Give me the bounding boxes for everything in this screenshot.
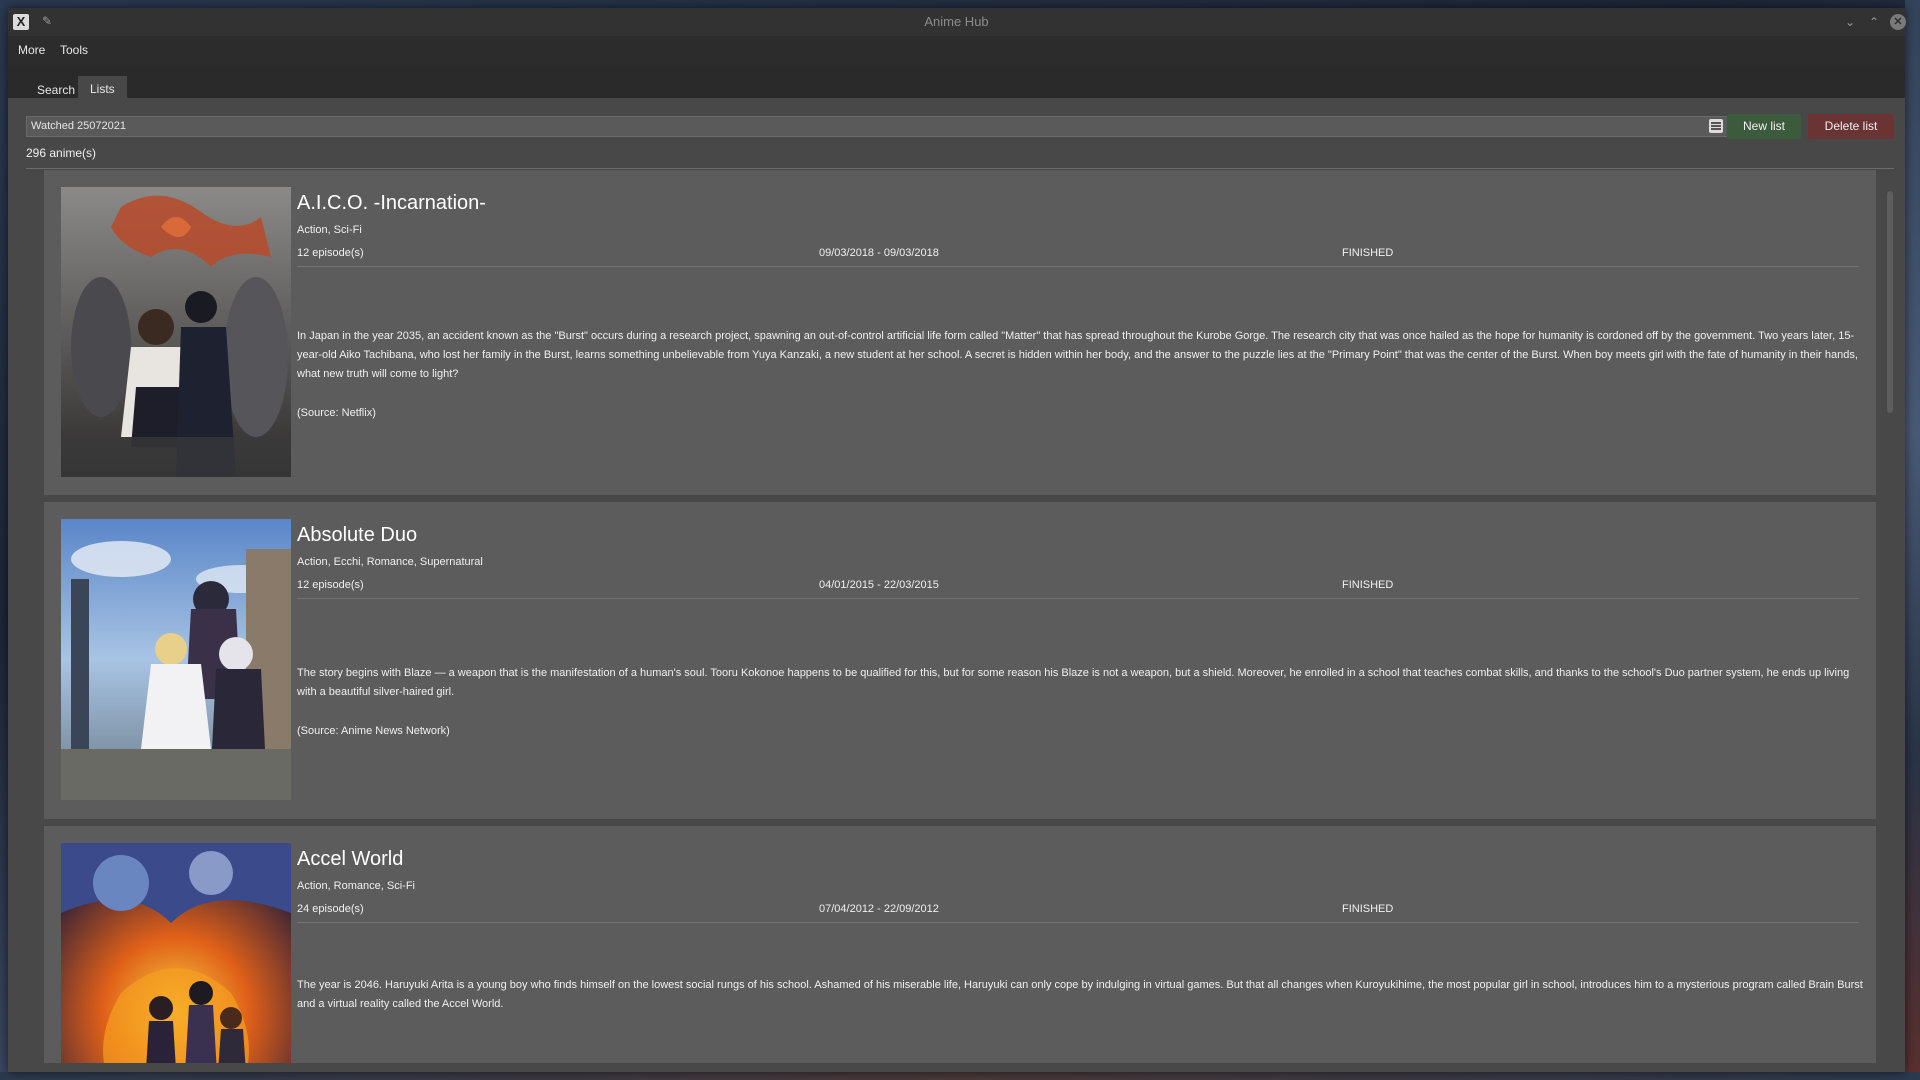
anime-genres: Action, Romance, Sci-Fi xyxy=(297,880,415,892)
anime-genres: Action, Ecchi, Romance, Supernatural xyxy=(297,556,483,568)
minimize-icon[interactable]: ⌄ xyxy=(1842,14,1858,30)
card-divider xyxy=(297,922,1859,923)
tab-bar: Search Lists xyxy=(8,66,1905,102)
delete-list-button[interactable]: Delete list xyxy=(1808,114,1894,139)
anime-count: 296 anime(s) xyxy=(26,146,97,160)
new-list-button[interactable]: New list xyxy=(1727,114,1801,139)
anime-episodes: 12 episode(s) xyxy=(297,579,364,591)
anime-dates: 07/04/2012 - 22/09/2012 xyxy=(819,903,939,915)
anime-title: A.I.C.O. -Incarnation- xyxy=(297,192,486,214)
divider xyxy=(26,168,1894,169)
anime-synopsis: The year is 2046. Haruyuki Arita is a yo… xyxy=(297,979,1863,1010)
anime-title: Accel World xyxy=(297,848,404,870)
anime-status: FINISHED xyxy=(1342,247,1394,259)
cover-image xyxy=(61,843,291,1063)
card-divider xyxy=(297,598,1859,599)
desktop-background xyxy=(1905,0,1920,1080)
anime-episodes: 12 episode(s) xyxy=(297,247,364,259)
maximize-icon[interactable]: ⌃ xyxy=(1866,14,1882,30)
list-selector-value: Watched 25072021 xyxy=(31,120,126,132)
list-menu-icon[interactable] xyxy=(1709,119,1723,133)
anime-card[interactable]: A.I.C.O. -Incarnation- Action, Sci-Fi 12… xyxy=(44,170,1876,495)
anime-synopsis: In Japan in the year 2035, an accident k… xyxy=(297,330,1858,380)
anime-status: FINISHED xyxy=(1342,903,1394,915)
anime-dates: 04/01/2015 - 22/03/2015 xyxy=(819,579,939,591)
anime-genres: Action, Sci-Fi xyxy=(297,224,362,236)
cover-image xyxy=(61,187,291,477)
menu-more[interactable]: More xyxy=(18,43,45,57)
close-icon[interactable]: ✕ xyxy=(1890,14,1906,30)
anime-card[interactable]: Accel World Action, Romance, Sci-Fi 24 e… xyxy=(44,826,1876,1063)
anime-card[interactable]: Absolute Duo Action, Ecchi, Romance, Sup… xyxy=(44,502,1876,819)
menu-bar: More Tools xyxy=(8,36,1905,66)
menu-tools[interactable]: Tools xyxy=(60,43,88,57)
anime-synopsis: The story begins with Blaze — a weapon t… xyxy=(297,667,1850,698)
title-bar[interactable]: X ✎ Anime Hub ⌄ ⌃ ✕ xyxy=(8,8,1906,36)
anime-episodes: 24 episode(s) xyxy=(297,903,364,915)
window-title: Anime Hub xyxy=(924,14,989,29)
anime-source: (Source: Anime News Network) xyxy=(297,725,450,737)
cover-image xyxy=(61,519,291,800)
anime-list[interactable]: A.I.C.O. -Incarnation- Action, Sci-Fi 12… xyxy=(26,170,1894,1063)
card-divider xyxy=(297,266,1859,267)
list-selector[interactable]: Watched 25072021 xyxy=(26,116,1728,137)
anime-dates: 09/03/2018 - 09/03/2018 xyxy=(819,247,939,259)
lists-panel: Watched 25072021 New list Delete list 29… xyxy=(8,98,1905,1072)
app-window: X ✎ Anime Hub ⌄ ⌃ ✕ More Tools Search Li… xyxy=(8,8,1906,1072)
anime-source: (Source: Netflix) xyxy=(297,407,376,419)
anime-title: Absolute Duo xyxy=(297,524,418,546)
desktop-background-bottom xyxy=(0,1072,1920,1080)
scrollbar-thumb[interactable] xyxy=(1887,191,1893,413)
anime-status: FINISHED xyxy=(1342,579,1394,591)
